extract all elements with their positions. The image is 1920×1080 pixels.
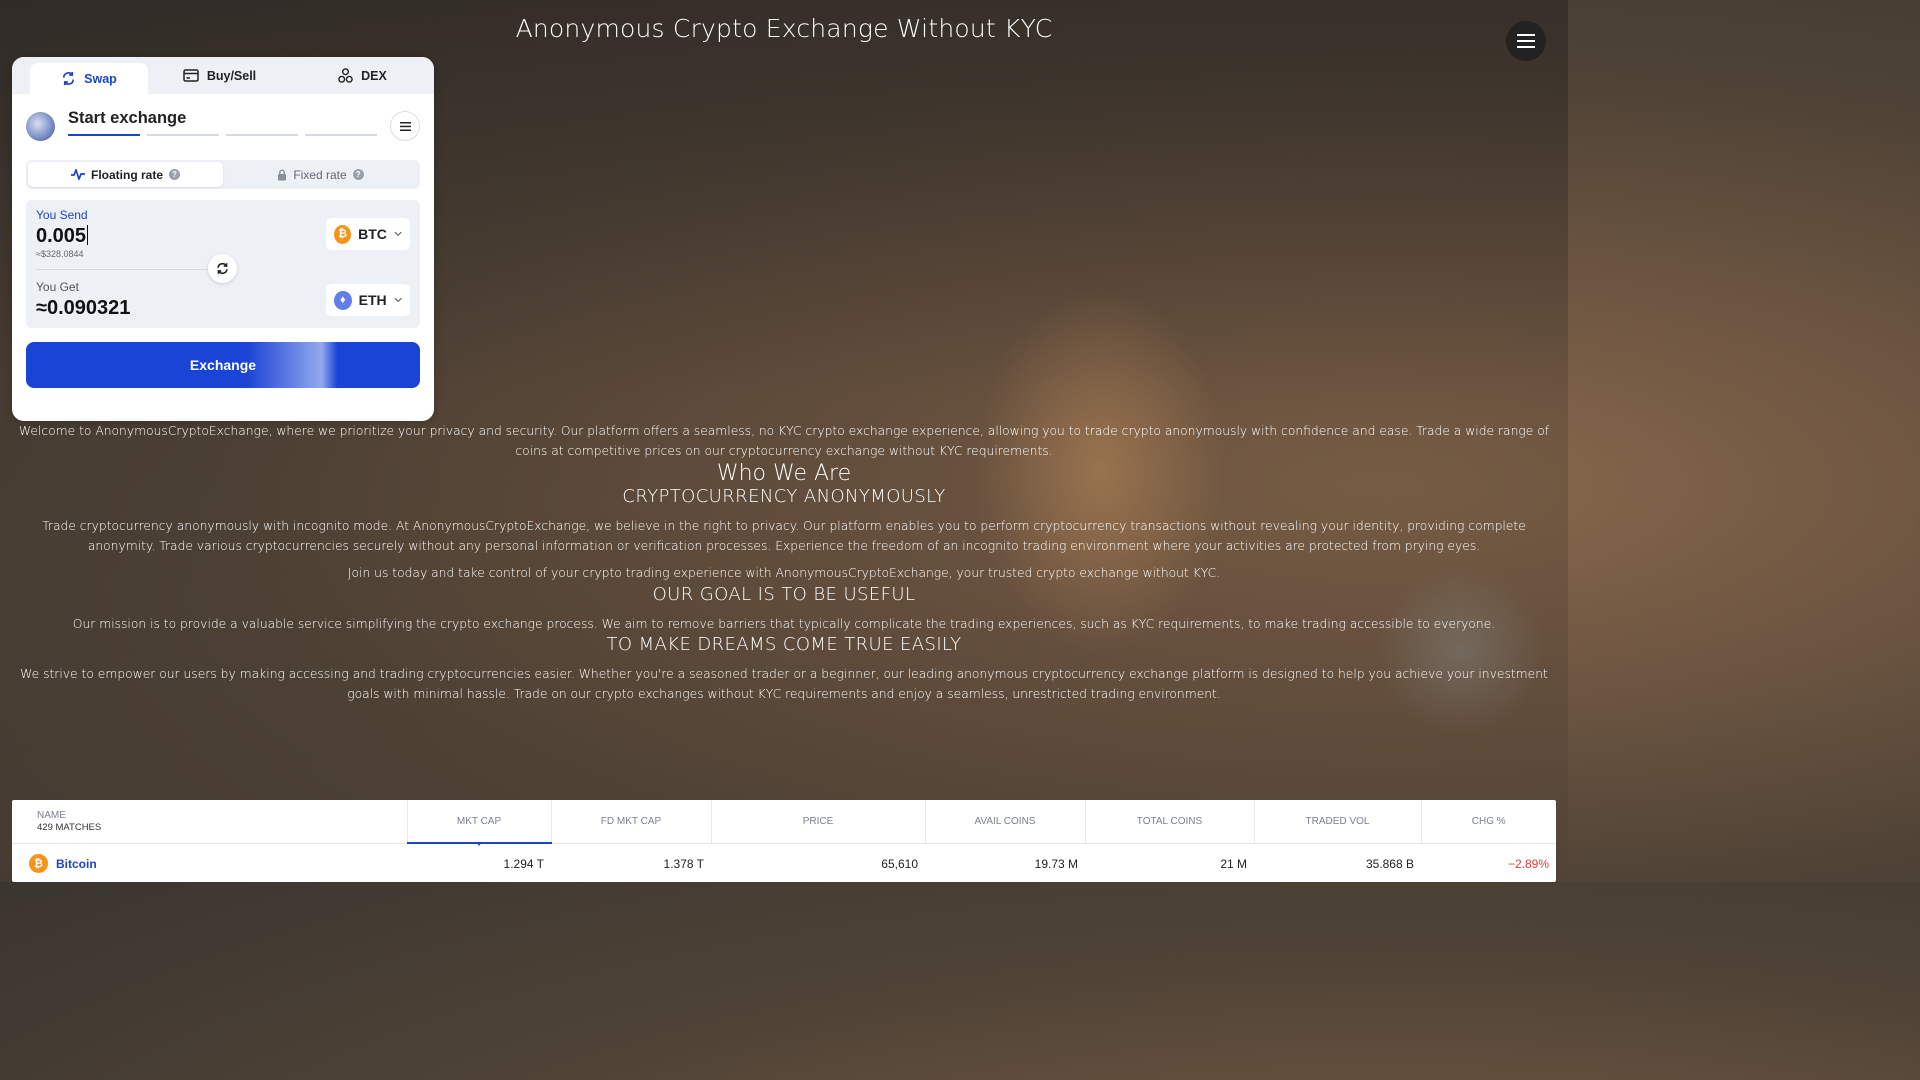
our-goal-text: Our mission is to provide a valuable ser…	[72, 616, 1496, 631]
column-header-fd-mkt-cap[interactable]: FD MKT CAP	[550, 800, 711, 844]
eth-coin-icon: ♦	[334, 290, 352, 310]
cell-price: 65,610	[881, 856, 918, 871]
step-title: Start exchange	[68, 109, 187, 127]
send-coin-label: BTC	[358, 226, 387, 242]
widget-menu-button[interactable]	[390, 111, 420, 141]
send-coin-select[interactable]: ₿ BTC	[326, 218, 410, 250]
form-divider	[36, 269, 208, 270]
fixed-rate-label: Fixed rate	[293, 167, 347, 182]
step-progress: Start exchange	[68, 107, 390, 145]
table-row[interactable]: ₿ Bitcoin 1.294 T 1.378 T 65,610 19.73 M…	[12, 843, 1556, 884]
about-content: Welcome to AnonymousCryptoExchange, wher…	[14, 422, 1554, 704]
tab-buy-sell[interactable]: Buy/Sell	[148, 57, 291, 94]
get-coin-label: ETH	[358, 292, 387, 308]
tab-buy-sell-label: Buy/Sell	[206, 68, 257, 83]
lock-icon	[278, 169, 287, 180]
btc-coin-icon: ₿	[334, 224, 352, 244]
hamburger-menu-button[interactable]	[1506, 21, 1546, 61]
cell-name: ₿ Bitcoin	[12, 843, 407, 884]
dreams-heading: TO MAKE DREAMS COME TRUE EASILY	[606, 634, 962, 655]
column-header-avail-coins[interactable]: AVAIL COINS	[924, 800, 1085, 844]
exchange-button[interactable]: Exchange	[26, 342, 420, 388]
crypto-anonymously-heading: CRYPTOCURRENCY ANONYMOUSLY	[622, 486, 946, 507]
tab-swap[interactable]: Swap	[30, 63, 148, 94]
cell-traded-vol: 35.868 B	[1365, 856, 1414, 871]
rate-toggle: Floating rate ? Fixed rate ?	[26, 160, 420, 189]
tab-dex-label: DEX	[361, 68, 387, 83]
tab-dex[interactable]: DEX	[291, 57, 434, 94]
swap-icon	[63, 71, 75, 86]
exchange-button-label: Exchange	[189, 357, 257, 373]
cell-chg: −2.89%	[1507, 856, 1549, 871]
step-bar-3	[226, 134, 298, 136]
tab-swap-label: Swap	[84, 71, 117, 86]
card-icon	[183, 69, 199, 82]
step-bar-1	[68, 134, 140, 136]
our-goal-heading: OUR GOAL IS TO BE USEFUL	[652, 583, 916, 605]
join-us-text: Join us today and take control of your c…	[347, 566, 1221, 580]
step-bar-2	[147, 134, 219, 136]
widget-tabs: Swap Buy/Sell DEX	[12, 57, 434, 94]
column-header-traded-vol[interactable]: TRADED VOL	[1253, 800, 1421, 844]
chevron-down-icon	[394, 231, 402, 237]
column-header-price[interactable]: PRICE	[710, 800, 925, 844]
market-table: NAME 429 MATCHES MKT CAP FD MKT CAP PRICE…	[12, 800, 1556, 882]
send-amount-value: 0.005	[36, 225, 87, 247]
page-title: Anonymous Crypto Exchange Without KYC	[515, 14, 1053, 43]
cell-mkt-cap: 1.294 T	[503, 857, 544, 871]
btc-coin-icon: ₿	[29, 854, 48, 874]
matches-count: 429 MATCHES	[37, 821, 102, 833]
intro-text: Welcome to AnonymousCryptoExchange, wher…	[18, 424, 1550, 458]
column-header-total-coins[interactable]: TOTAL COINS	[1084, 800, 1254, 844]
get-coin-select[interactable]: ♦ ETH	[326, 284, 410, 316]
who-we-are-heading: Who We Are	[716, 461, 852, 486]
pulse-icon	[70, 169, 85, 180]
crypto-anonymously-text: Trade cryptocurrency anonymously with in…	[42, 519, 1526, 553]
swap-direction-button[interactable]	[208, 254, 237, 283]
cell-fd-mkt-cap: 1.378 T	[663, 856, 704, 871]
column-header-mkt-cap[interactable]: MKT CAP	[406, 800, 551, 846]
step-bar-4	[305, 134, 377, 136]
avatar	[26, 111, 55, 141]
floating-rate-label: Floating rate	[90, 167, 163, 182]
column-header-chg[interactable]: CHG %	[1420, 800, 1556, 844]
chevron-down-icon	[394, 297, 402, 303]
exchange-widget: Swap Buy/Sell DEX Start exchange Floatin…	[12, 57, 434, 421]
coin-name-label: Bitcoin	[56, 856, 97, 871]
fixed-rate-option[interactable]: Fixed rate ?	[223, 162, 418, 187]
coin-link-bitcoin[interactable]: ₿ Bitcoin	[29, 854, 97, 874]
list-icon	[399, 121, 411, 131]
name-header-label: NAME	[37, 809, 66, 821]
exchange-form: You Send 0.005 ≈$328.0844 ₿ BTC You Get …	[26, 200, 420, 328]
column-header-name[interactable]: NAME 429 MATCHES	[12, 800, 407, 844]
step-header: Start exchange	[12, 94, 434, 146]
cell-avail-coins: 19.73 M	[1034, 856, 1078, 871]
cell-total-coins: 21 M	[1220, 856, 1247, 871]
dex-icon	[338, 68, 353, 83]
floating-rate-help-icon[interactable]: ?	[169, 169, 180, 180]
refresh-icon	[217, 262, 228, 275]
get-section: You Get ≈0.090321 ♦ ETH	[36, 280, 410, 326]
floating-rate-option[interactable]: Floating rate ?	[28, 162, 223, 187]
dreams-text: We strive to empower our users by making…	[20, 667, 1548, 701]
hamburger-icon	[1517, 34, 1535, 48]
fixed-rate-help-icon[interactable]: ?	[352, 169, 364, 180]
text-caret	[87, 225, 89, 245]
